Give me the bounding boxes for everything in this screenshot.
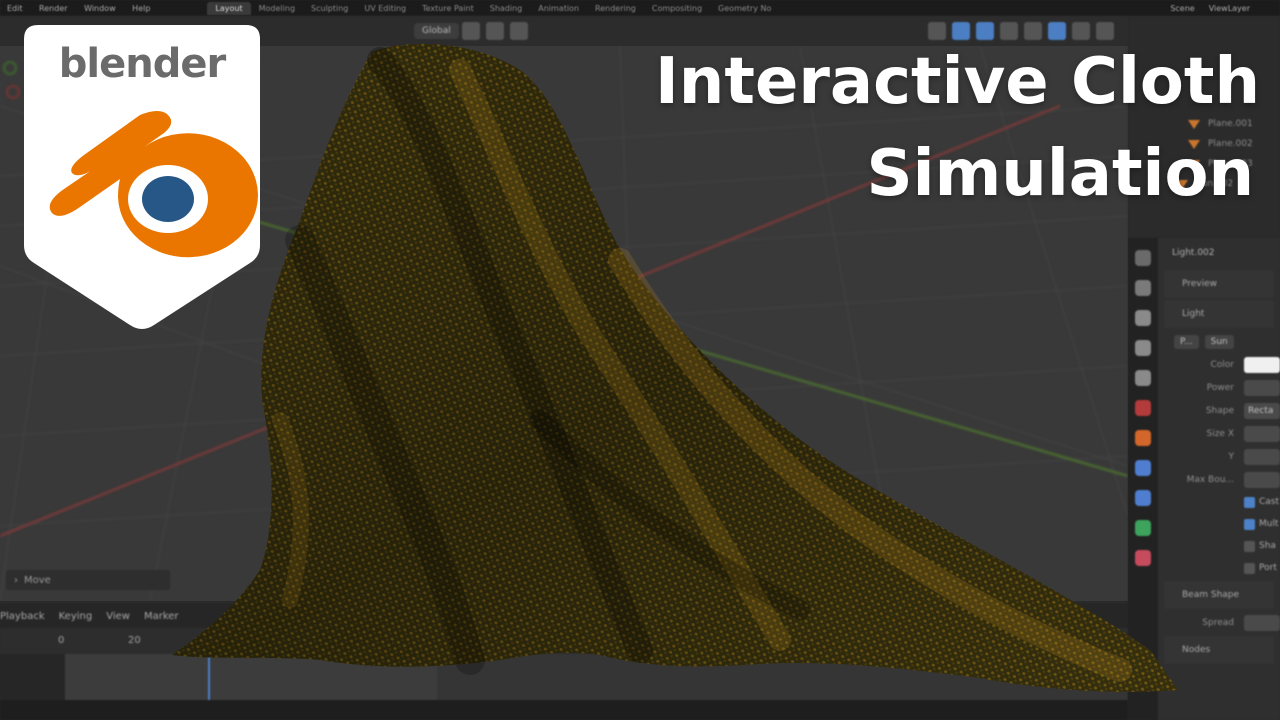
title-line-2: Simulation: [866, 137, 1254, 211]
logo-wordmark: blender: [58, 41, 226, 87]
title-line-1: Interactive Cloth: [654, 45, 1260, 119]
blender-logo: blender: [24, 25, 260, 331]
video-title: Interactive Cloth Simulation: [520, 36, 1280, 220]
